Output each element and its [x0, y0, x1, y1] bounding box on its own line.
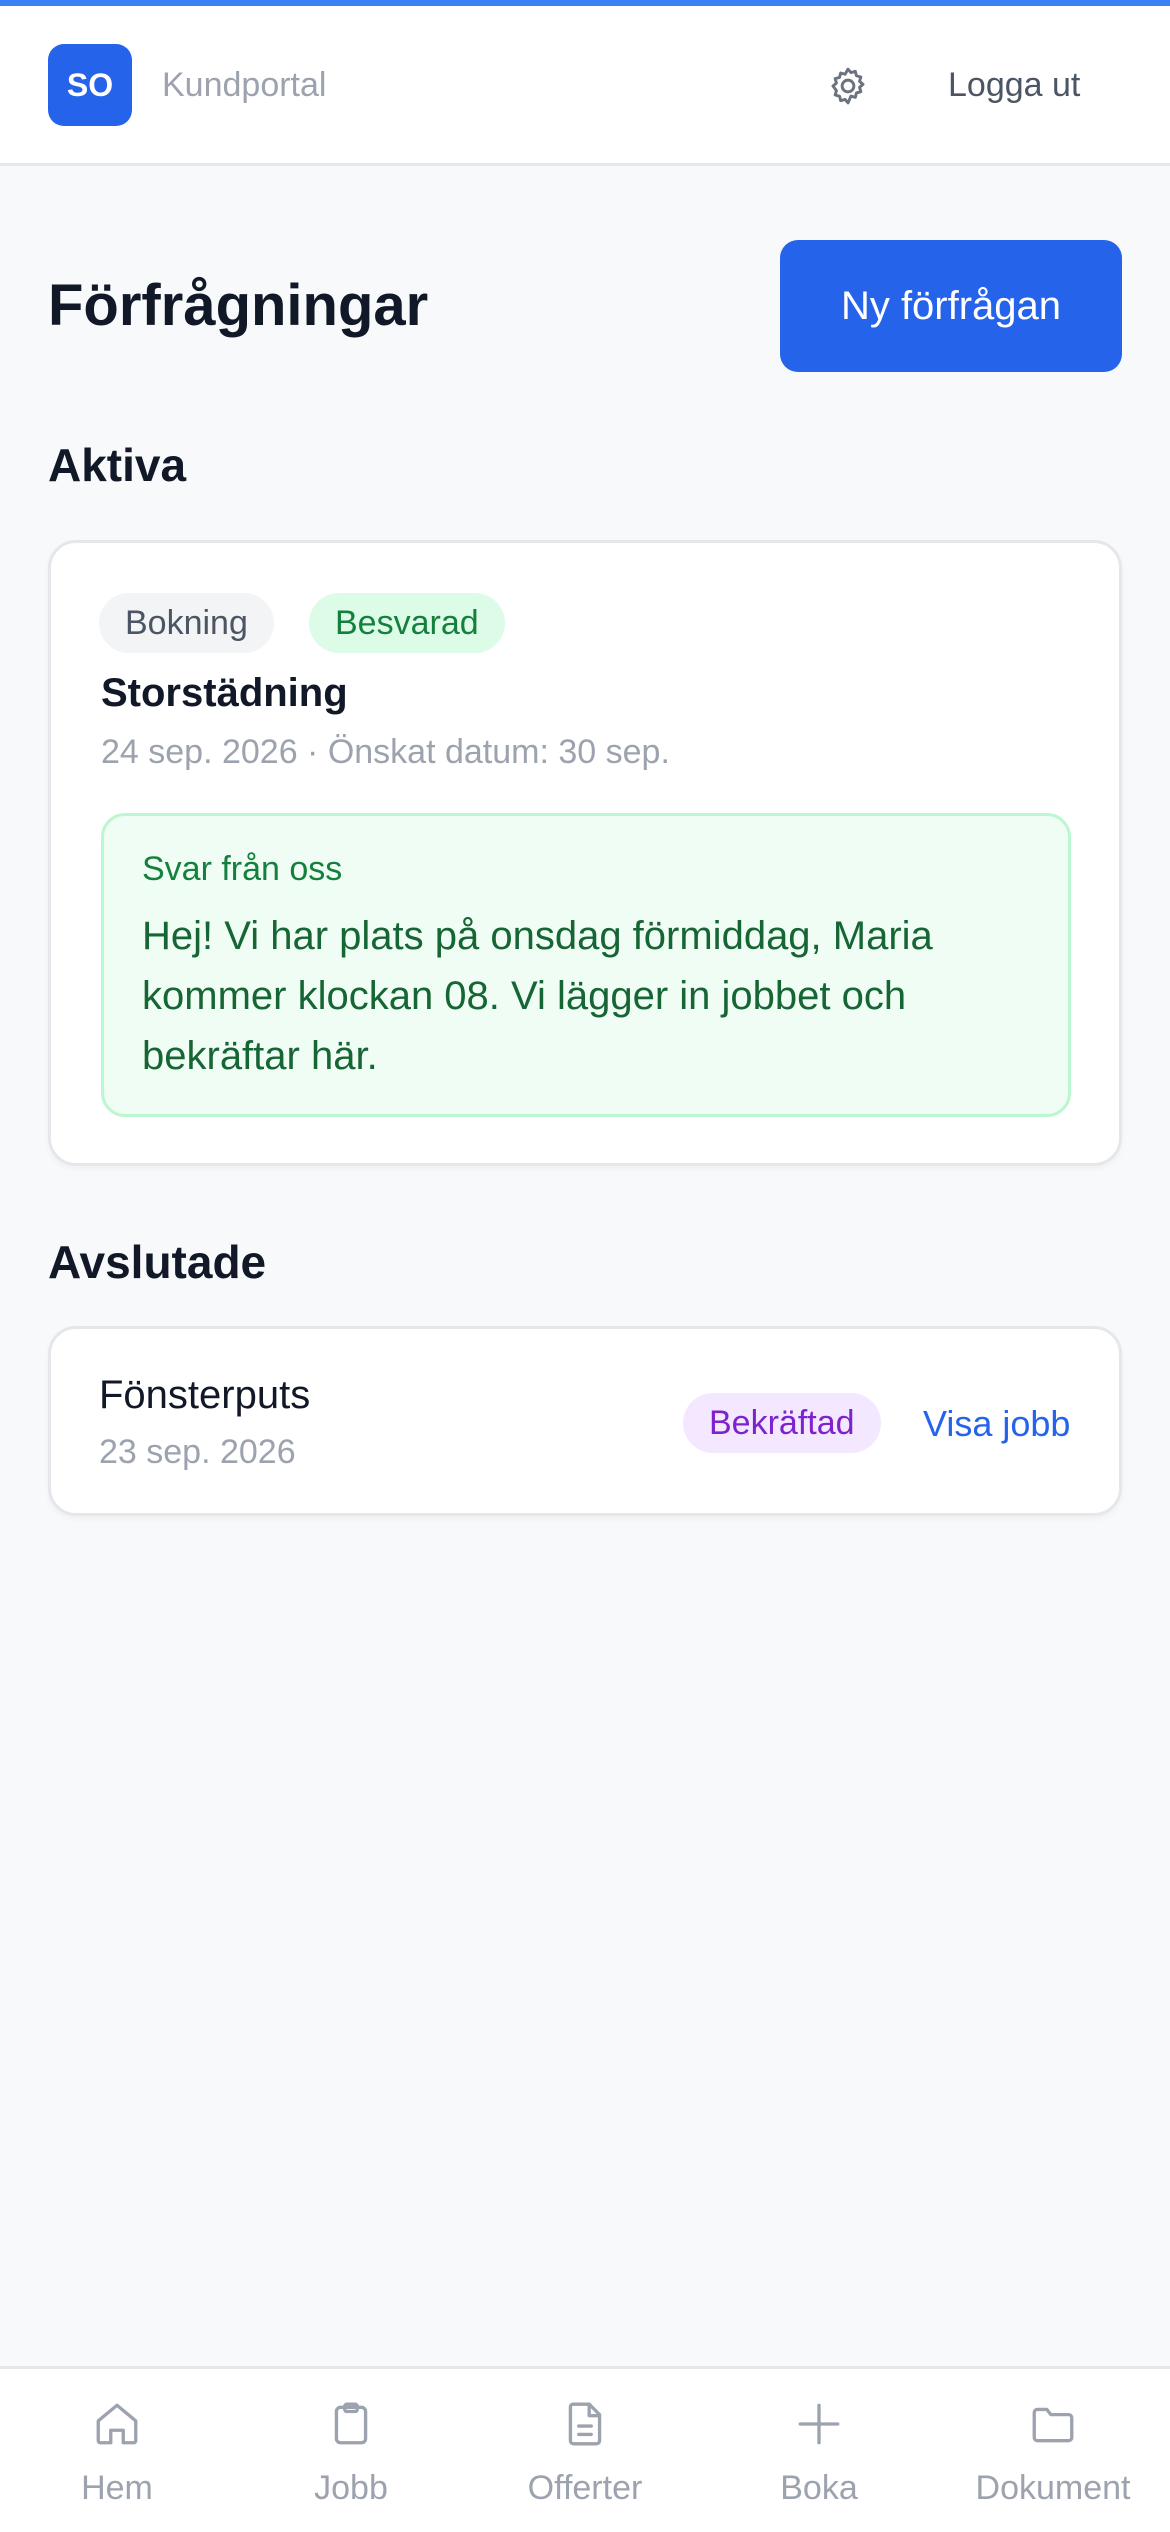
status-badge: Bekräftad: [683, 1393, 881, 1453]
plus-icon: [798, 2403, 840, 2445]
new-request-button[interactable]: Ny förfrågan: [780, 240, 1122, 372]
tab-quotes[interactable]: Offerter: [468, 2369, 702, 2532]
finished-section-title: Avslutade: [48, 1236, 267, 1288]
active-section-title: Aktiva: [48, 439, 187, 491]
page-title: Förfrågningar: [48, 273, 429, 338]
request-meta: 24 sep. 2026 · Önskat datum: 30 sep.: [101, 733, 670, 771]
tab-label: Jobb: [314, 2469, 388, 2507]
status-badge: Besvarad: [309, 593, 505, 653]
request-date: 23 sep. 2026: [99, 1433, 296, 1471]
reply-text: Hej! Vi har plats på onsdag förmiddag, M…: [142, 914, 933, 1078]
view-job-link[interactable]: Visa jobb: [923, 1403, 1070, 1445]
tab-label: Offerter: [527, 2469, 643, 2507]
app-header: SO Kundportal Logga ut: [0, 6, 1170, 166]
gear-icon[interactable]: [826, 64, 870, 108]
reply-box: Svar från oss Hej! Vi har plats på onsda…: [101, 813, 1071, 1117]
bottom-tab-bar: Hem Jobb Offerter Boka Dokument: [0, 2366, 1170, 2532]
clipboard-icon: [334, 2402, 368, 2445]
tab-jobs[interactable]: Jobb: [234, 2369, 468, 2532]
portal-name: Kundportal: [162, 66, 327, 104]
tab-home[interactable]: Hem: [0, 2369, 234, 2532]
tab-book[interactable]: Boka: [702, 2369, 936, 2532]
type-badge: Bokning: [99, 593, 274, 653]
logout-button[interactable]: Logga ut: [948, 66, 1080, 105]
home-icon: [96, 2403, 138, 2445]
request-card-active[interactable]: Bokning Besvarad Storstädning 24 sep. 20…: [48, 540, 1122, 1166]
tab-documents[interactable]: Dokument: [936, 2369, 1170, 2532]
reply-heading: Svar från oss: [142, 850, 343, 888]
document-icon: [568, 2402, 602, 2446]
folder-icon: [1032, 2407, 1074, 2443]
request-title: Storstädning: [101, 671, 348, 715]
tab-label: Hem: [81, 2469, 153, 2507]
request-card-finished[interactable]: Fönsterputs 23 sep. 2026 Bekräftad Visa …: [48, 1326, 1122, 1516]
tab-label: Boka: [780, 2469, 858, 2507]
tab-label: Dokument: [975, 2469, 1131, 2507]
logo-badge[interactable]: SO: [48, 44, 132, 126]
request-title: Fönsterputs: [99, 1373, 311, 1417]
